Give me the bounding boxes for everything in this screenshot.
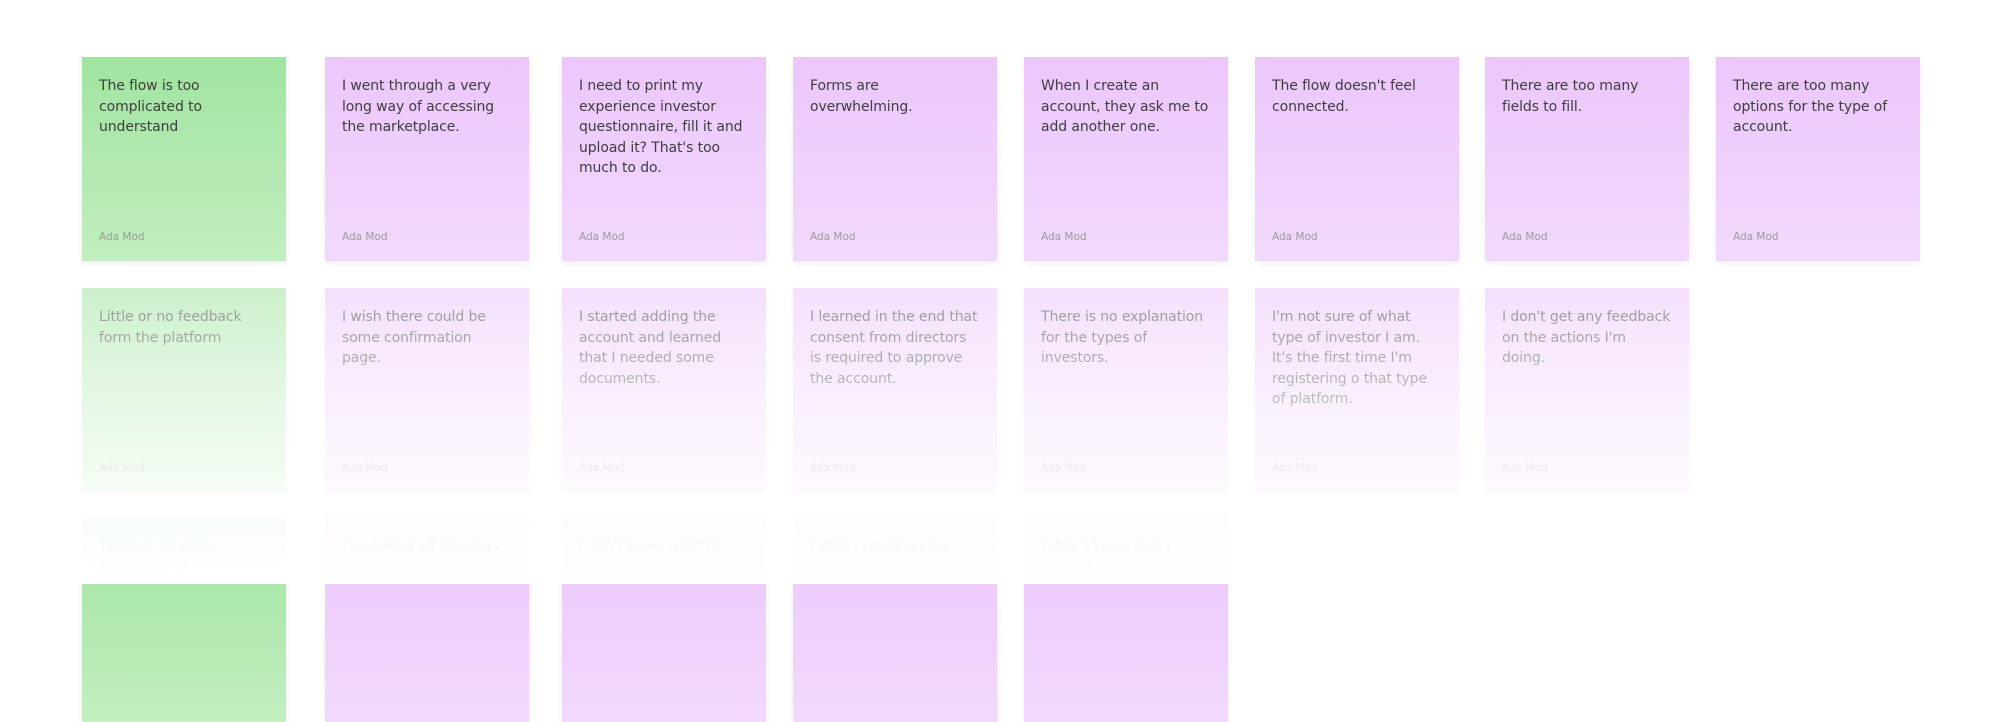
sticky-note[interactable]: I don't get any feedback on the actions … xyxy=(1485,288,1689,492)
sticky-note[interactable]: Little or no feedback form the platform A… xyxy=(82,288,286,492)
sticky-note[interactable]: There are too many options for the type … xyxy=(1716,57,1920,261)
sticky-note-text: I'm not sure of what type of investor I … xyxy=(1272,309,1427,407)
sticky-note[interactable]: When I create an account, they ask me to… xyxy=(1024,57,1228,261)
sticky-note-text: I don't get any feedback on the actions … xyxy=(1502,309,1671,366)
sticky-note-author: Ada Mod xyxy=(1041,231,1087,243)
sticky-note-text: The flow is too complicated to understan… xyxy=(99,78,202,135)
sticky-note-text: Forms are overwhelming. xyxy=(810,78,913,115)
sticky-note-author: Ada Mod xyxy=(342,231,388,243)
sticky-note-author: Ada Mod xyxy=(579,462,625,474)
sticky-note[interactable]: The flow is too complicated to understan… xyxy=(82,57,286,261)
sticky-note-text: I started adding the account and learned… xyxy=(579,309,722,387)
sticky-note[interactable]: There is no explanation for the types of… xyxy=(1024,288,1228,492)
sticky-note[interactable]: I don't know what to count xyxy=(562,518,766,722)
sticky-note[interactable]: I wish there could be some confirmation … xyxy=(325,288,529,492)
sticky-note-text: There is no clear statement of xyxy=(99,539,214,576)
sticky-note-text: I don't know what to count xyxy=(579,539,721,576)
sticky-note-author: Ada Mod xyxy=(1272,462,1318,474)
sticky-note[interactable]: I wish I could review some xyxy=(793,518,997,722)
sticky-note-text: There is no explanation for the types of… xyxy=(1041,309,1204,366)
sticky-note-text: When I create an account, they ask me to… xyxy=(1041,78,1209,135)
sticky-note-author: Ada Mod xyxy=(579,231,625,243)
sticky-note-author: Ada Mod xyxy=(1272,231,1318,243)
sticky-note[interactable]: I started adding the account and learned… xyxy=(562,288,766,492)
sticky-note[interactable]: The flow doesn't feel connected. Ada Mod xyxy=(1255,57,1459,261)
sticky-note[interactable]: Forms are overwhelming. Ada Mod xyxy=(793,57,997,261)
sticky-note[interactable]: I learned in the end that consent from d… xyxy=(793,288,997,492)
sticky-note[interactable]: I've added all directors xyxy=(325,518,529,722)
sticky-note-text: I wish there could be some confirmation … xyxy=(342,309,486,366)
sticky-note-text: I didn't know that I needed xyxy=(1041,539,1171,576)
sticky-note[interactable]: There is no clear statement of xyxy=(82,518,286,722)
sticky-note-author: Ada Mod xyxy=(810,231,856,243)
sticky-note-author: Ada Mod xyxy=(99,462,145,474)
sticky-note[interactable]: I went through a very long way of access… xyxy=(325,57,529,261)
sticky-note-author: Ada Mod xyxy=(1733,231,1779,243)
sticky-note-text: There are too many options for the type … xyxy=(1733,78,1888,135)
sticky-note[interactable]: I'm not sure of what type of investor I … xyxy=(1255,288,1459,492)
sticky-note-author: Ada Mod xyxy=(1041,462,1087,474)
sticky-note-author: Ada Mod xyxy=(1502,462,1548,474)
fade-overlay xyxy=(0,0,2000,584)
sticky-note-text: I learned in the end that consent from d… xyxy=(810,309,978,387)
sticky-note-text: The flow doesn't feel connected. xyxy=(1272,78,1416,115)
sticky-note-text: I need to print my experience investor q… xyxy=(579,78,743,176)
sticky-note-author: Ada Mod xyxy=(99,231,145,243)
sticky-note[interactable]: There are too many fields to fill. Ada Mo… xyxy=(1485,57,1689,261)
sticky-note-author: Ada Mod xyxy=(1502,231,1548,243)
sticky-note-text: Little or no feedback form the platform xyxy=(99,309,242,346)
sticky-note[interactable]: I didn't know that I needed xyxy=(1024,518,1228,722)
sticky-note-text: There are too many fields to fill. xyxy=(1502,78,1639,115)
sticky-note-author: Ada Mod xyxy=(810,462,856,474)
sticky-note-author: Ada Mod xyxy=(342,462,388,474)
sticky-note-text: I went through a very long way of access… xyxy=(342,78,495,135)
sticky-note-text: I wish I could review some xyxy=(810,539,950,576)
sticky-note-text: I've added all directors xyxy=(342,539,500,555)
sticky-note[interactable]: I need to print my experience investor q… xyxy=(562,57,766,261)
